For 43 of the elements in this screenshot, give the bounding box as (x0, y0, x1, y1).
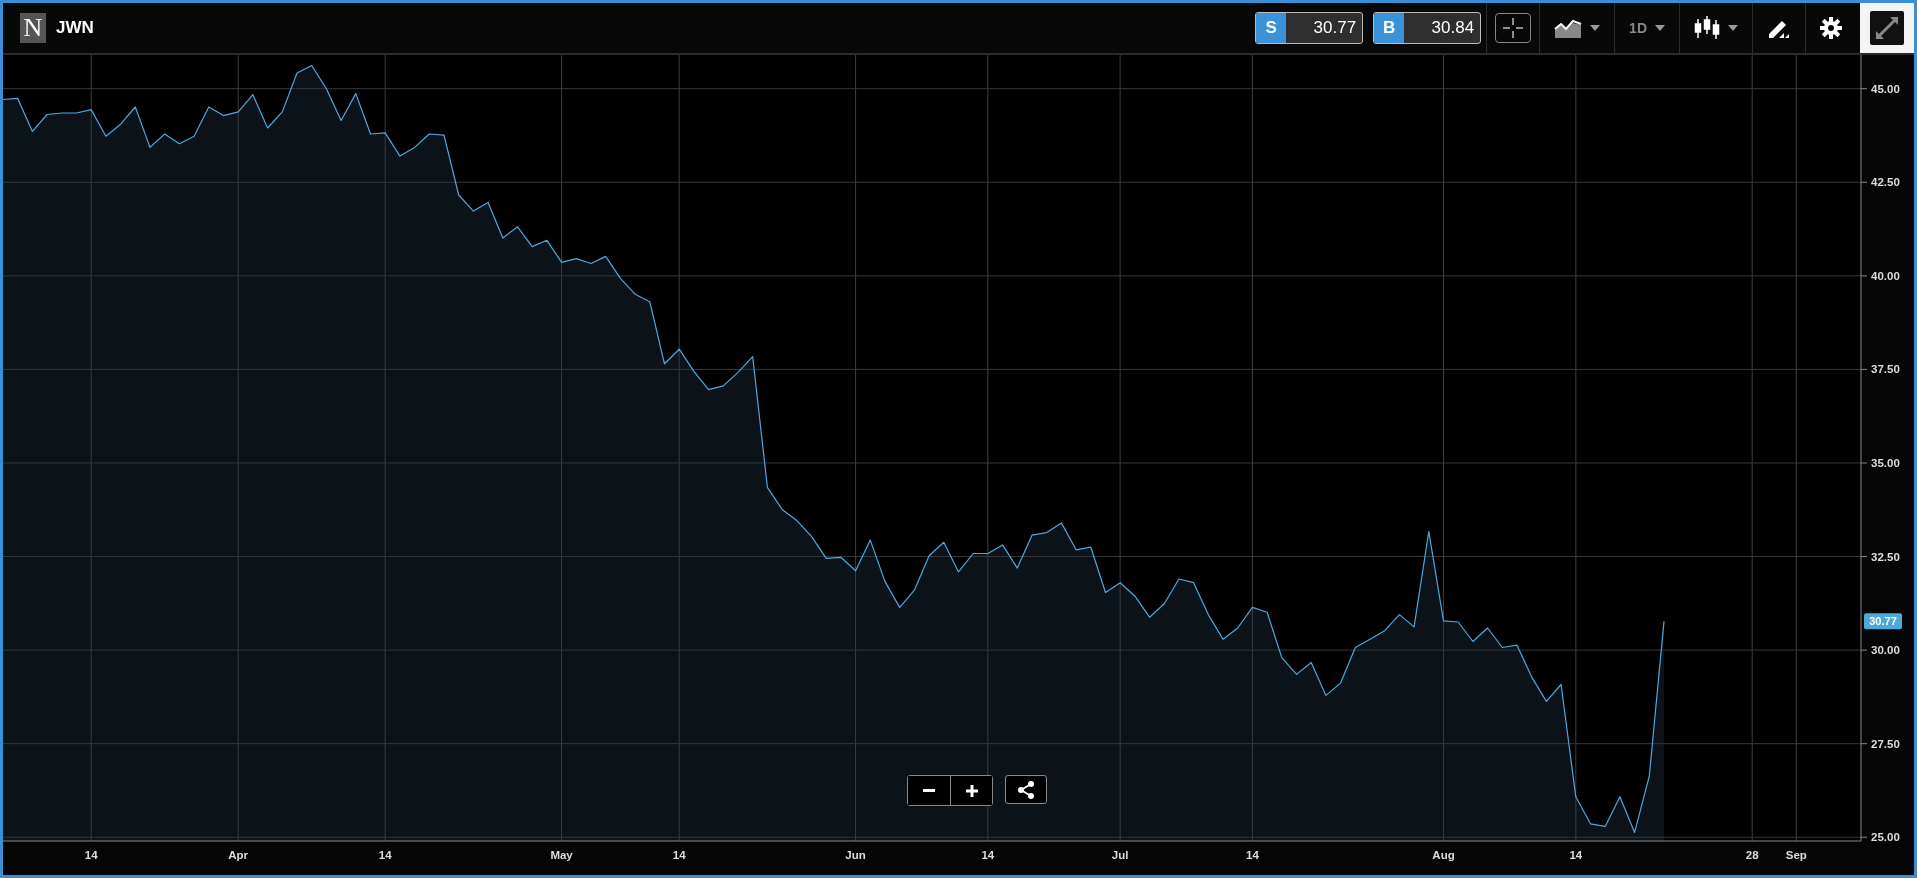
date-axis-label: 14 (981, 849, 995, 861)
price-axis-label: 32.50 (1871, 550, 1900, 563)
area-chart-icon (1554, 17, 1583, 39)
price-axis-label: 30.00 (1871, 644, 1900, 657)
candlestick-icon (1694, 16, 1720, 40)
price-axis-label: 45.00 (1871, 82, 1900, 95)
date-axis-label: May (550, 849, 573, 861)
date-axis-label: Apr (228, 849, 249, 861)
caret-icon (1655, 25, 1665, 31)
zoom-in-button[interactable] (950, 776, 992, 805)
price-axis-label: 42.50 (1871, 176, 1900, 189)
interval-button[interactable]: 1D (1615, 3, 1679, 53)
expand-icon (1870, 11, 1904, 45)
share-icon (1017, 780, 1035, 799)
date-axis-label: 14 (1246, 849, 1259, 861)
fullscreen-button[interactable] (1860, 3, 1914, 53)
price-axis-label: 35.00 (1871, 456, 1900, 469)
date-axis-label: 14 (1569, 849, 1583, 861)
plus-icon (965, 784, 978, 797)
quote-button[interactable]: S 30.77 (1255, 12, 1364, 44)
date-axis-label: Sep (1785, 849, 1807, 861)
price-axis-label: 25.00 (1871, 831, 1900, 844)
crosshair-icon (1503, 18, 1524, 38)
price-axis-label: 40.00 (1871, 269, 1900, 282)
date-axis-label: 14 (672, 849, 686, 861)
quote-button[interactable]: B 30.84 (1373, 12, 1482, 44)
caret-icon (1590, 25, 1601, 31)
date-axis-label: Jul (1111, 849, 1129, 861)
settings-icon (1820, 17, 1842, 39)
ticker-symbol: JWN (56, 18, 94, 38)
date-axis-label: 28 (1745, 849, 1759, 861)
share-button[interactable] (1005, 775, 1047, 804)
price-axis-label: 37.50 (1871, 363, 1900, 376)
logo: N (20, 13, 46, 43)
date-axis-label: 14 (378, 849, 392, 861)
caret-icon (1728, 25, 1738, 31)
date-axis-label: Aug (1432, 849, 1455, 861)
price-axis-label: 27.50 (1871, 737, 1900, 750)
price-tag: 30.77 (1864, 613, 1902, 630)
crosshair-button[interactable] (1495, 13, 1532, 43)
date-axis-label: Jun (845, 849, 866, 861)
date-axis-label: 14 (84, 849, 98, 861)
minus-icon (923, 789, 935, 792)
